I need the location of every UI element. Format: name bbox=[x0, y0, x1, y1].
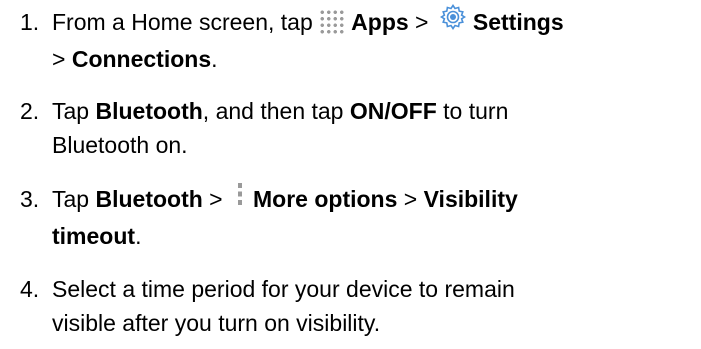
step-line: Tap Bluetooth > More options > Visibilit… bbox=[52, 182, 690, 219]
apps-label: Apps bbox=[351, 9, 409, 35]
gear-icon bbox=[435, 3, 473, 40]
separator: > bbox=[52, 46, 72, 73]
step-line: timeout. bbox=[52, 219, 690, 253]
step-line: Tap Bluetooth, and then tap ON/OFF to tu… bbox=[52, 94, 690, 128]
step-body: Tap Bluetooth > More options > Visibilit… bbox=[52, 182, 690, 253]
bluetooth-label: Bluetooth bbox=[95, 186, 203, 212]
instruction-steps: 1. From a Home screen, tap Apps > Settin… bbox=[0, 0, 701, 349]
settings-label: Settings bbox=[472, 9, 564, 35]
apps-icon bbox=[319, 8, 346, 35]
step-text: , and then tap bbox=[202, 98, 350, 124]
step-line: visible after you turn on visibility. bbox=[52, 310, 381, 336]
separator: > bbox=[408, 9, 435, 35]
step-number: 4. bbox=[20, 276, 40, 302]
onoff-label: ON/OFF bbox=[349, 98, 437, 124]
bluetooth-label: Bluetooth bbox=[95, 98, 203, 124]
punctuation: . bbox=[135, 223, 142, 250]
separator: > bbox=[202, 186, 230, 212]
step-text: Tap bbox=[52, 186, 96, 212]
visibility-label: Visibility bbox=[423, 186, 518, 212]
step-2: 2. Tap Bluetooth, and then tap ON/OFF to… bbox=[20, 94, 690, 162]
step-line: Select a time period for your device to … bbox=[52, 276, 515, 302]
separator: > bbox=[397, 186, 424, 212]
step-text: From a Home screen, tap bbox=[52, 9, 320, 35]
connections-label: Connections bbox=[71, 46, 212, 73]
step-body: Tap Bluetooth, and then tap ON/OFF to tu… bbox=[52, 94, 690, 162]
step-4: 4. Select a time period for your device … bbox=[20, 272, 690, 340]
step-line: Bluetooth on. bbox=[52, 132, 188, 158]
step-text: Tap bbox=[52, 98, 96, 124]
step-line: From a Home screen, tap Apps > Settings bbox=[52, 3, 690, 42]
more-options-label: More options bbox=[253, 186, 398, 212]
step-body: Select a time period for your device to … bbox=[52, 272, 690, 340]
timeout-label: timeout bbox=[52, 223, 136, 250]
step-text: to turn bbox=[436, 98, 509, 124]
more-options-icon bbox=[229, 180, 253, 217]
step-body: From a Home screen, tap Apps > Settings … bbox=[52, 3, 690, 76]
step-line: > Connections. bbox=[52, 42, 690, 76]
step-number: 2. bbox=[20, 98, 40, 124]
step-number: 3. bbox=[20, 186, 40, 212]
punctuation: . bbox=[211, 46, 218, 73]
step-1: 1. From a Home screen, tap Apps > Settin… bbox=[20, 3, 690, 76]
step-3: 3. Tap Bluetooth > More options > Visibi… bbox=[20, 182, 690, 253]
step-number: 1. bbox=[20, 9, 40, 35]
